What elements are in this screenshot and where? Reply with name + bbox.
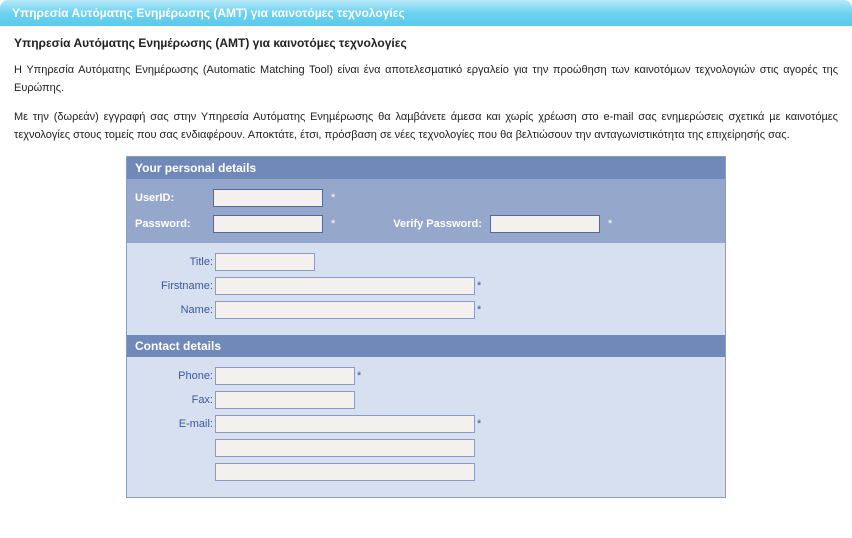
userid-label: UserID:	[135, 192, 205, 204]
name-label: Name:	[135, 304, 213, 316]
firstname-row: Firstname: *	[135, 277, 717, 295]
firstname-label: Firstname:	[135, 280, 213, 292]
credentials-block: UserID: * Password: * Verify Password: *	[127, 179, 725, 243]
phone-row: Phone: *	[135, 367, 717, 385]
phone-input[interactable]	[215, 367, 355, 385]
verify-password-label: Verify Password:	[393, 218, 482, 230]
password-row: Password: * Verify Password: *	[135, 215, 717, 233]
email-input[interactable]	[215, 415, 475, 433]
personal-details-header: Your personal details	[127, 157, 725, 179]
required-marker: *	[331, 218, 335, 230]
title-row: Title:	[135, 253, 717, 271]
userid-input[interactable]	[213, 189, 323, 207]
intro-paragraph-1: Η Υπηρεσία Αυτόµατης Ενηµέρωσης (Automat…	[14, 62, 838, 97]
content-area: Υπηρεσία Αυτόµατης Ενηµέρωσης (AMT) για …	[0, 26, 852, 508]
required-marker: *	[477, 280, 481, 292]
required-marker: *	[608, 218, 612, 230]
firstname-input[interactable]	[215, 277, 475, 295]
required-marker: *	[331, 192, 335, 204]
personal-fields: Title: Firstname: * Name: *	[127, 243, 725, 335]
required-marker: *	[357, 370, 361, 382]
email-extra-row-1	[135, 439, 717, 457]
fax-label: Fax:	[135, 394, 213, 406]
title-label: Title:	[135, 256, 213, 268]
contact-details-header: Contact details	[127, 335, 725, 357]
contact-fields: Phone: * Fax: E-mail: *	[127, 357, 725, 497]
required-marker: *	[477, 304, 481, 316]
title-input[interactable]	[215, 253, 315, 271]
fax-input[interactable]	[215, 391, 355, 409]
email-row: E-mail: *	[135, 415, 717, 433]
name-input[interactable]	[215, 301, 475, 319]
registration-form: Your personal details UserID: * Password…	[126, 156, 726, 498]
email-extra-input-1[interactable]	[215, 439, 475, 457]
phone-label: Phone:	[135, 370, 213, 382]
name-row: Name: *	[135, 301, 717, 319]
fax-row: Fax:	[135, 391, 717, 409]
intro-paragraph-2: Με την (δωρεάν) εγγραφή σας στην Υπηρεσί…	[14, 109, 838, 144]
verify-password-input[interactable]	[490, 215, 600, 233]
required-marker: *	[477, 418, 481, 430]
email-extra-row-2	[135, 463, 717, 481]
email-label: E-mail:	[135, 418, 213, 430]
password-label: Password:	[135, 218, 205, 230]
password-input[interactable]	[213, 215, 323, 233]
content-title: Υπηρεσία Αυτόµατης Ενηµέρωσης (AMT) για …	[14, 36, 838, 50]
email-extra-input-2[interactable]	[215, 463, 475, 481]
page-header: Υπηρεσία Αυτόµατης Ενηµέρωσης (AMT) για …	[0, 0, 852, 26]
userid-row: UserID: *	[135, 189, 717, 207]
page-header-title: Υπηρεσία Αυτόµατης Ενηµέρωσης (AMT) για …	[12, 6, 405, 20]
